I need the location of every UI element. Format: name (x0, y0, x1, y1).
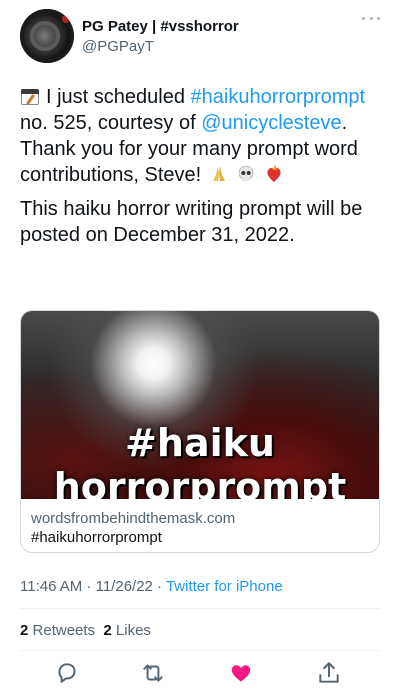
tweet-paragraph-1: I just scheduled #haikuhorrorprompt no. … (20, 84, 375, 188)
tweet-paragraph-2: This haiku horror writing prompt will be… (20, 198, 363, 246)
avatar[interactable] (20, 9, 74, 63)
tweet-text: I just scheduled #haikuhorrorprompt no. … (20, 84, 375, 256)
tweet-text-part: no. 525, courtesy of (20, 112, 202, 134)
tweet-actions-bar (20, 660, 380, 686)
divider (20, 650, 380, 651)
separator-dot: · (152, 578, 166, 595)
avatar-ring-shape (30, 21, 60, 51)
tweet-time[interactable]: 11:46 AM (20, 578, 82, 595)
skull-emoji (239, 165, 254, 181)
tweet-stats: 2 Retweets 2 Likes (20, 621, 151, 641)
more-options-icon[interactable] (362, 17, 380, 23)
link-preview-card[interactable]: #haiku horrorprompt wordsfrombehindthema… (20, 310, 380, 553)
card-title: #haikuhorrorprompt (31, 529, 162, 546)
heart-on-fire-emoji (267, 165, 281, 182)
tweet-header: PG Patey | #vsshorror @PGPayT (20, 9, 380, 65)
tweet-text-part: I just scheduled (46, 86, 185, 108)
share-icon[interactable] (316, 660, 342, 686)
likes-count: 2 (103, 622, 112, 639)
retweet-icon[interactable] (140, 660, 166, 686)
calendar-spiral-icon (20, 86, 40, 106)
reply-icon[interactable] (54, 660, 80, 686)
tweet-source[interactable]: Twitter for iPhone (166, 578, 283, 595)
tweet-date[interactable]: 11/26/22 (96, 578, 153, 595)
retweets-label: Retweets (32, 622, 96, 639)
likes-label: Likes (115, 622, 151, 639)
card-meta: wordsfrombehindthemask.com #haikuhorrorp… (31, 509, 369, 548)
likes-stat[interactable]: 2 Likes (103, 622, 151, 639)
divider (20, 608, 380, 609)
author-handle[interactable]: @PGPayT (82, 37, 239, 57)
card-image[interactable]: #haiku horrorprompt (21, 311, 379, 499)
separator-dot: · (82, 578, 96, 595)
author-names[interactable]: PG Patey | #vsshorror @PGPayT (82, 17, 239, 57)
author-display-name[interactable]: PG Patey | #vsshorror (82, 17, 239, 37)
mention-link[interactable]: @unicyclesteve (201, 112, 341, 134)
card-image-text-line1: #haiku (125, 421, 275, 465)
retweets-stat[interactable]: 2 Retweets (20, 622, 95, 639)
card-image-text-line2: horrorprompt (53, 465, 347, 499)
folded-hands-emoji (212, 166, 225, 181)
retweets-count: 2 (20, 622, 29, 639)
avatar-red-dot (62, 15, 70, 23)
tweet-timestamp-line: 11:46 AM · 11/26/22 · Twitter for iPhone (20, 577, 283, 597)
hashtag-link[interactable]: #haikuhorrorprompt (191, 86, 366, 108)
like-heart-icon[interactable] (228, 660, 254, 686)
card-domain: wordsfrombehindthemask.com (31, 510, 236, 527)
